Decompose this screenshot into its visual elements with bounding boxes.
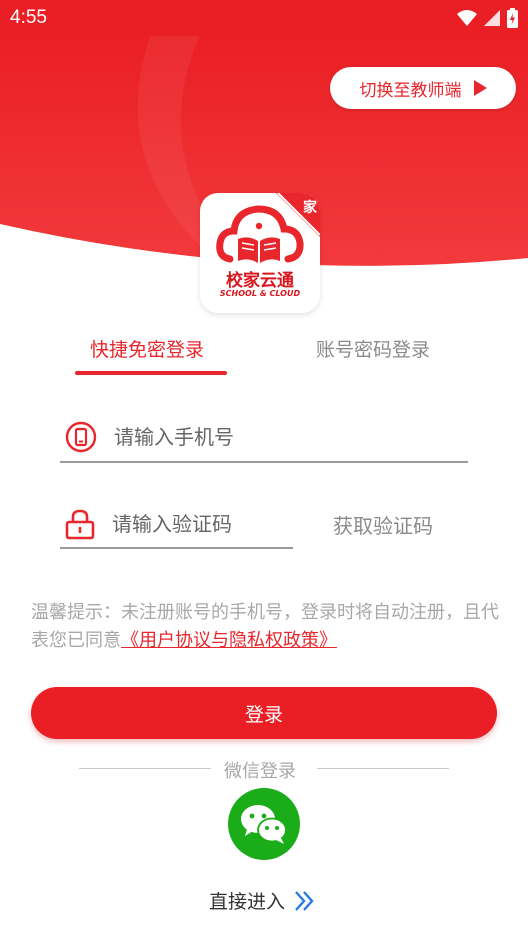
login-button[interactable]: 登录 (31, 687, 497, 739)
get-code-button[interactable]: 获取验证码 (333, 510, 433, 539)
code-input[interactable] (112, 512, 361, 536)
logo-badge: 家 (303, 200, 317, 216)
battery-icon (507, 8, 518, 28)
enter-directly-button[interactable]: 直接进入 (209, 887, 315, 914)
divider-right (317, 768, 449, 769)
enter-directly-label: 直接进入 (209, 891, 286, 913)
wechat-icon (241, 805, 287, 844)
signal-icon (484, 10, 500, 26)
phone-field (64, 419, 468, 455)
agreement-link[interactable]: 《用户协议与隐私权政策》 (121, 630, 337, 651)
logo-brand-en: SCHOOL & CLOUD (219, 289, 301, 298)
divider-left (79, 768, 211, 769)
tab-password-login[interactable]: 账号密码登录 (316, 335, 430, 362)
play-triangle-icon (473, 80, 487, 96)
wechat-login-button[interactable] (228, 788, 300, 860)
lock-icon (64, 507, 96, 541)
logo-brand-text: 校家云通 (226, 271, 294, 291)
status-icons (457, 8, 518, 28)
phone-icon (64, 420, 98, 454)
switch-to-teacher-button[interactable]: 切换至教师端 (330, 67, 516, 109)
active-tab-indicator (75, 371, 227, 375)
notice-text: 温馨提示：未注册账号的手机号，登录时将自动注册，且代表您已同意《用户协议与隐私权… (31, 599, 501, 655)
status-time: 4:55 (10, 7, 47, 28)
double-chevron-right-icon (295, 890, 314, 911)
switch-to-teacher-label: 切换至教师端 (359, 80, 462, 101)
code-underline (60, 547, 293, 549)
status-bar: 4:55 (0, 0, 528, 36)
wifi-icon (457, 10, 477, 26)
phone-underline (60, 461, 468, 463)
phone-input[interactable] (114, 425, 363, 449)
tab-quick-login[interactable]: 快捷免密登录 (90, 335, 204, 362)
app-logo: 校家云通 SCHOOL & CLOUD 家 (200, 193, 320, 313)
wechat-login-label: 微信登录 (224, 761, 296, 782)
code-field (64, 506, 361, 542)
